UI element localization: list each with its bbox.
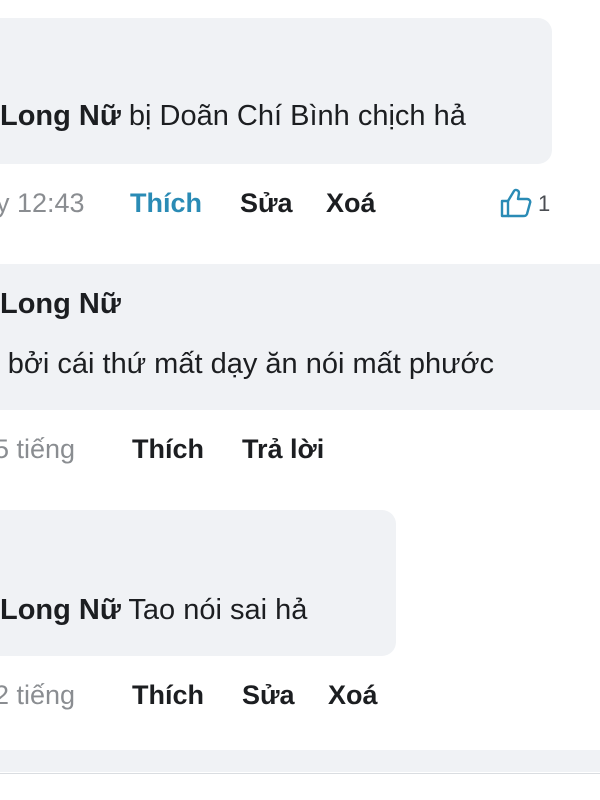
- edit-button[interactable]: Sửa: [240, 186, 293, 220]
- comment-author[interactable]: Long Nữ: [0, 594, 121, 626]
- like-button[interactable]: Thích: [130, 186, 202, 220]
- comment-text-line: Long Nữ bị Doãn Chí Bình chịch hả: [0, 98, 466, 134]
- delete-button[interactable]: Xoá: [326, 186, 376, 220]
- delete-button[interactable]: Xoá: [328, 678, 378, 712]
- comment-time[interactable]: y 12:43: [0, 186, 85, 220]
- comment-time[interactable]: 5 tiếng: [0, 432, 75, 466]
- comment-meta: 2 tiếng Thích Sửa Xoá: [0, 678, 600, 712]
- edit-button[interactable]: Sửa: [242, 678, 295, 712]
- section-divider: [0, 750, 600, 772]
- comment-author-line: Long Nữ: [0, 286, 121, 322]
- comment-text: bị Doãn Chí Bình chịch hả: [128, 100, 466, 132]
- comment-meta: 5 tiếng Thích Trả lời: [0, 432, 600, 466]
- comment-author[interactable]: Long Nữ: [0, 100, 121, 132]
- divider-line: [0, 773, 600, 774]
- comment-time[interactable]: 2 tiếng: [0, 678, 75, 712]
- comment-bubble: [0, 18, 552, 164]
- thumbs-up-icon[interactable]: [499, 187, 533, 219]
- comment-bubble: [0, 510, 396, 656]
- comment-author[interactable]: Long Nữ: [0, 288, 121, 320]
- like-button[interactable]: Thích: [132, 678, 204, 712]
- like-count: 1: [538, 191, 551, 216]
- comment-text: bởi cái thứ mất dạy ăn nói mất phước: [7, 348, 495, 380]
- like-button[interactable]: Thích: [132, 432, 204, 466]
- comment-text-line: Long Nữ Tao nói sai hả: [0, 592, 307, 628]
- comment-text: Tao nói sai hả: [128, 594, 308, 626]
- comment-text-line: ) bởi cái thứ mất dạy ăn nói mất phước: [0, 346, 494, 382]
- reply-button[interactable]: Trả lời: [242, 432, 324, 466]
